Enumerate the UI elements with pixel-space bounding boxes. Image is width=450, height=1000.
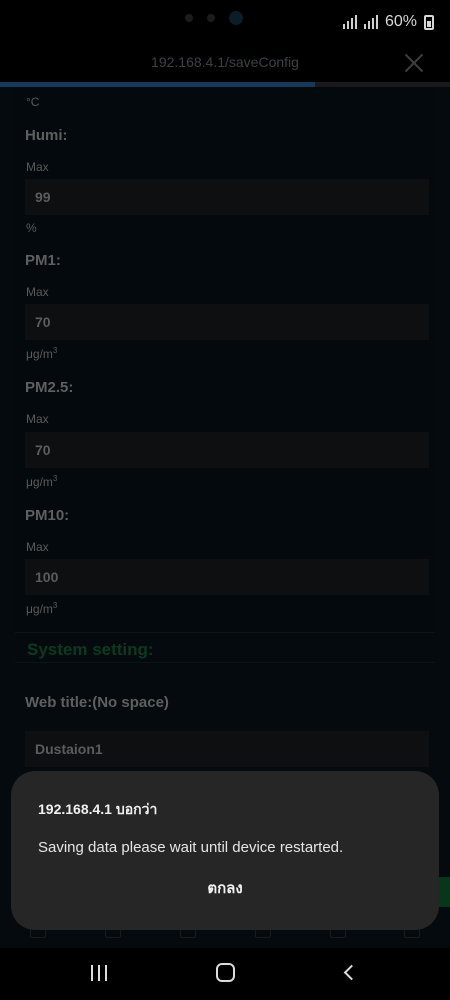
pm1-unit-sup: 3 <box>52 346 58 355</box>
back-icon[interactable] <box>343 964 360 981</box>
status-bar: 60% <box>0 0 450 46</box>
pm25-max-value: 70 <box>35 442 51 458</box>
dialog-title: 192.168.4.1 บอกว่า <box>38 801 158 817</box>
pm25-max-label: Max <box>26 412 49 426</box>
pm10-unit-label: μg/m3 <box>26 601 57 616</box>
battery-text: 60% <box>384 13 417 30</box>
status-right: 60% <box>342 13 434 31</box>
web-title-label: Web title:(No space) <box>25 694 169 711</box>
dialog-message: Saving data please wait until device res… <box>38 839 344 856</box>
close-icon[interactable] <box>404 53 424 73</box>
url-text[interactable]: 192.168.4.1/saveConfig <box>0 54 450 70</box>
notification-icon <box>207 14 215 22</box>
humi-max-label: Max <box>26 160 49 174</box>
url-bar[interactable]: 192.168.4.1/saveConfig <box>0 46 450 82</box>
recents-icon[interactable] <box>91 965 107 981</box>
signal-icon <box>363 15 378 29</box>
pm25-unit-text: μg/m <box>26 475 53 489</box>
pm25-heading: PM2.5: <box>25 379 74 396</box>
pm1-heading: PM1: <box>25 252 61 269</box>
humi-max-input[interactable]: 99 <box>25 179 429 215</box>
pm1-max-input[interactable]: 70 <box>25 304 429 340</box>
navigation-bar <box>0 948 450 1000</box>
humi-heading: Humi: <box>25 127 68 144</box>
pm10-max-label: Max <box>26 540 49 554</box>
pm25-unit-label: μg/m3 <box>26 474 57 489</box>
signal-icon <box>342 15 357 29</box>
form-panel <box>15 87 435 632</box>
notification-icons <box>185 11 243 25</box>
notification-icon <box>229 11 243 25</box>
section-divider <box>15 632 435 633</box>
battery-icon <box>424 14 434 30</box>
pm10-max-value: 100 <box>35 569 59 585</box>
pm1-max-value: 70 <box>35 314 51 330</box>
humi-unit-label: % <box>26 221 37 235</box>
pm1-max-label: Max <box>26 285 49 299</box>
web-title-value: Dustaion1 <box>35 741 103 757</box>
pm25-max-input[interactable]: 70 <box>25 432 429 468</box>
notification-icon <box>185 14 193 22</box>
humi-max-value: 99 <box>35 189 51 205</box>
section-divider <box>15 662 435 663</box>
ok-button[interactable]: ตกลง <box>11 877 439 903</box>
pm10-unit-sup: 3 <box>52 601 58 610</box>
pm1-unit-text: μg/m <box>26 347 53 361</box>
system-setting-title: System setting: <box>27 640 154 659</box>
pm10-unit-text: μg/m <box>26 602 53 616</box>
alert-dialog: 192.168.4.1 บอกว่า Saving data please wa… <box>11 771 439 930</box>
temp-unit-label: °C <box>26 95 40 109</box>
web-title-input[interactable]: Dustaion1 <box>25 731 429 767</box>
pm10-heading: PM10: <box>25 507 70 524</box>
pm1-unit-label: μg/m3 <box>26 346 57 361</box>
pm25-unit-sup: 3 <box>52 474 58 483</box>
pm10-max-input[interactable]: 100 <box>25 559 429 595</box>
home-icon[interactable] <box>216 963 235 982</box>
